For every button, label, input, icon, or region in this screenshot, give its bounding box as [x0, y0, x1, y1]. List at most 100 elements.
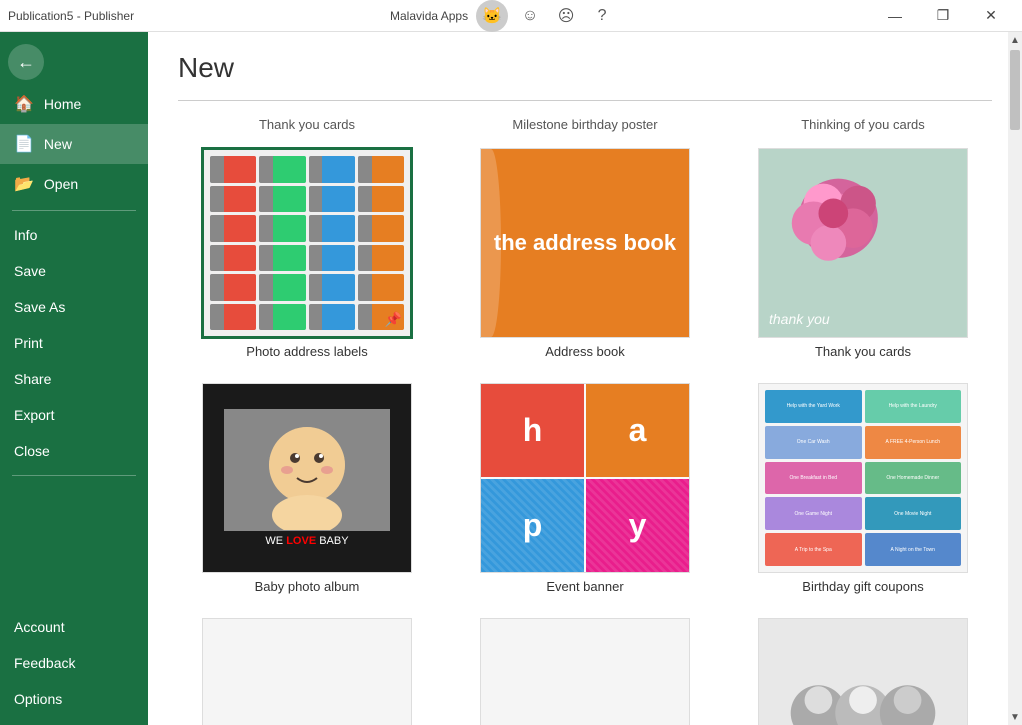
pal-cell — [309, 274, 355, 301]
sidebar-saveas-label: Save As — [14, 299, 65, 315]
section-label-thinking: Thinking of you cards — [801, 117, 925, 132]
template-thumb-people[interactable] — [758, 618, 968, 725]
sidebar-account-label: Account — [14, 619, 65, 635]
pal-cell — [210, 274, 256, 301]
template-baby-photo-album[interactable]: WE LOVE BABY Baby photo album — [178, 383, 436, 594]
sidebar-item-export[interactable]: Export — [0, 397, 148, 433]
event-cell-y: y — [586, 479, 689, 572]
template-thankyou-pink[interactable]: thank you Thank you cards — [734, 148, 992, 359]
sidebar-share-label: Share — [14, 371, 51, 387]
sidebar-item-info[interactable]: Info — [0, 217, 148, 253]
avatar: 🐱 — [476, 0, 508, 32]
placeholder-2-thumb — [481, 619, 689, 725]
template-thumb-coupons[interactable]: Help with the Yard Work Help with the La… — [758, 383, 968, 573]
pal-cell — [358, 215, 404, 242]
sidebar-new-label: New — [44, 136, 72, 152]
pal-cell — [210, 156, 256, 183]
emoji-icon[interactable]: ☺ — [516, 2, 544, 30]
scroll-up-arrow[interactable]: ▲ — [1008, 32, 1022, 48]
template-label-event: Event banner — [546, 579, 623, 594]
pal-cell — [358, 186, 404, 213]
template-placeholder-1[interactable] — [178, 618, 436, 725]
baby-we-text: WE — [265, 535, 286, 547]
pal-cell — [210, 245, 256, 272]
close-button[interactable]: ✕ — [968, 0, 1014, 32]
coupon-cell: A Trip to the Spa — [765, 533, 862, 566]
template-grid-row2: WE LOVE BABY Baby photo album h a p y — [178, 383, 992, 618]
coupons-thumb: Help with the Yard Work Help with the La… — [759, 384, 967, 572]
pal-cell — [358, 245, 404, 272]
sidebar-item-save-as[interactable]: Save As — [0, 289, 148, 325]
template-placeholder-2[interactable] — [456, 618, 714, 725]
help-icon[interactable]: ? — [588, 2, 616, 30]
baby-thumb: WE LOVE BABY — [203, 384, 411, 572]
sidebar-divider-2 — [12, 475, 136, 476]
pal-cell — [210, 186, 256, 213]
sidebar-item-share[interactable]: Share — [0, 361, 148, 397]
template-grid-row1: Photo address labels 📌 Photo address lab… — [178, 148, 992, 383]
sidebar-item-close[interactable]: Close — [0, 433, 148, 469]
sidebar-item-home[interactable]: 🏠 Home — [0, 84, 148, 124]
pal-cell — [309, 304, 355, 331]
sidebar-item-feedback[interactable]: Feedback — [0, 645, 148, 681]
scroll-thumb[interactable] — [1010, 50, 1020, 130]
thankyou-text: thank you — [769, 311, 830, 327]
template-address-book[interactable]: the address book Address book — [456, 148, 714, 359]
template-photo-address-labels[interactable]: Photo address labels 📌 Photo address lab… — [178, 148, 436, 359]
pal-cell — [309, 245, 355, 272]
content-scroll[interactable]: New Thank you cards Milestone birthday p… — [148, 32, 1022, 725]
pal-cell — [309, 215, 355, 242]
template-thumb-address-book[interactable]: the address book — [480, 148, 690, 338]
sidebar-info-label: Info — [14, 227, 37, 243]
sidebar-item-open[interactable]: 📂 Open — [0, 164, 148, 204]
template-birthday-coupons[interactable]: Help with the Yard Work Help with the La… — [734, 383, 992, 594]
baby-love-text: LOVE — [286, 535, 316, 547]
sidebar-item-options[interactable]: Options — [0, 681, 148, 717]
template-thumb-thankyou-pink[interactable]: thank you — [758, 148, 968, 338]
sidebar-item-new[interactable]: 📄 New — [0, 124, 148, 164]
template-event-banner[interactable]: h a p y Event banner — [456, 383, 714, 594]
template-thumb-placeholder-1[interactable] — [202, 618, 412, 725]
scrollbar[interactable]: ▲ ▼ — [1008, 32, 1022, 725]
coupon-cell: One Game Night — [765, 497, 862, 530]
scroll-down-arrow[interactable]: ▼ — [1008, 709, 1022, 725]
address-book-text: the address book — [494, 229, 676, 258]
placeholder-2-svg — [481, 618, 689, 725]
title-text: Publication5 - Publisher — [8, 9, 134, 23]
template-thumb-placeholder-2[interactable] — [480, 618, 690, 725]
template-grid-row3 — [178, 618, 992, 725]
minimize-button[interactable]: — — [872, 0, 918, 32]
sidebar-item-account[interactable]: Account — [0, 609, 148, 645]
coupon-cell: One Movie Night — [865, 497, 962, 530]
template-thumb-event[interactable]: h a p y — [480, 383, 690, 573]
coupon-cell: One Breakfast in Bed — [765, 462, 862, 495]
window-controls: — ❐ ✕ — [872, 0, 1014, 32]
sidebar-print-label: Print — [14, 335, 43, 351]
sad-icon[interactable]: ☹ — [552, 2, 580, 30]
page-title: New — [178, 52, 992, 84]
event-cell-a: a — [586, 384, 689, 477]
sidebar-item-print[interactable]: Print — [0, 325, 148, 361]
template-thumb-baby[interactable]: WE LOVE BABY — [202, 383, 412, 573]
pal-cell — [358, 156, 404, 183]
people-thumb — [759, 619, 967, 725]
back-button[interactable]: ← — [8, 44, 44, 80]
restore-button[interactable]: ❐ — [920, 0, 966, 32]
event-cell-p: p — [481, 479, 584, 572]
pal-cell — [259, 245, 305, 272]
section-thankyou-top: Thank you cards — [178, 117, 436, 132]
template-label-baby: Baby photo album — [255, 579, 360, 594]
sidebar-item-save[interactable]: Save — [0, 253, 148, 289]
template-thumb-photo-labels[interactable]: Photo address labels 📌 — [202, 148, 412, 338]
pal-cell — [259, 274, 305, 301]
sidebar-options-label: Options — [14, 691, 62, 707]
sidebar-open-label: Open — [44, 176, 78, 192]
open-icon: 📂 — [14, 174, 34, 194]
pal-cell — [259, 215, 305, 242]
flower-svg — [759, 149, 967, 337]
sidebar-close-label: Close — [14, 443, 50, 459]
placeholder-svg — [203, 618, 411, 725]
template-people[interactable] — [734, 618, 992, 725]
pin-icon[interactable]: 📌 — [385, 311, 402, 328]
section-label-thankyou-top: Thank you cards — [259, 117, 355, 132]
